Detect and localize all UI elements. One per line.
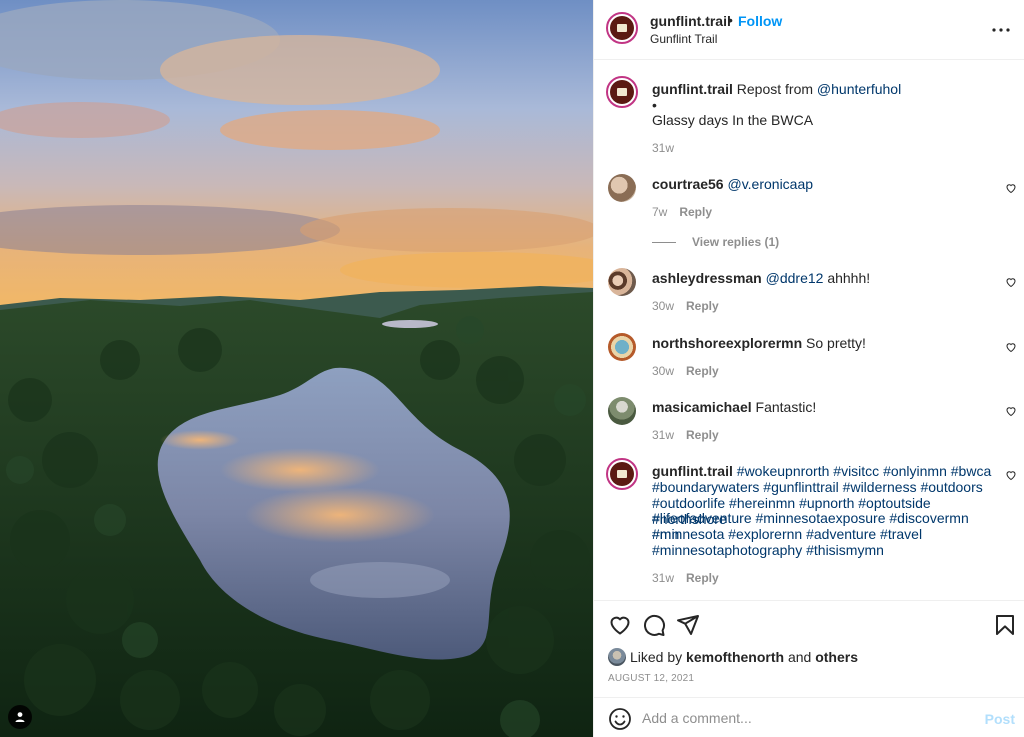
lake-landscape-image: [0, 0, 593, 737]
heart-icon[interactable]: [1005, 182, 1017, 194]
comment-mention[interactable]: @v.eronicaap: [727, 176, 813, 192]
comment-text: masicamichael Fantastic!: [652, 399, 997, 415]
post-date[interactable]: AUGUST 12, 2021: [608, 673, 694, 684]
avatar[interactable]: [606, 458, 638, 490]
reply-button[interactable]: Reply: [686, 364, 719, 378]
avatar[interactable]: [606, 76, 638, 108]
comment-username[interactable]: ashleydressman: [652, 270, 762, 286]
reply-button[interactable]: Reply: [686, 299, 719, 313]
avatar[interactable]: [608, 397, 636, 425]
liker-avatar[interactable]: [608, 648, 626, 666]
avatar[interactable]: [608, 333, 636, 361]
view-replies-label: View replies (1): [692, 235, 780, 249]
comment-body: So pretty!: [802, 335, 866, 351]
caption-prefix: Repost from: [736, 81, 814, 97]
reply-button[interactable]: Reply: [679, 205, 712, 219]
avatar[interactable]: [608, 268, 636, 296]
comment-text: ashleydressman @ddre12 ahhhh!: [652, 270, 997, 286]
liked-by-others[interactable]: others: [815, 649, 858, 665]
liked-by-and: and: [787, 649, 812, 665]
comment-username[interactable]: gunflint.trail: [652, 463, 733, 479]
caption-mention[interactable]: @hunterfuhol: [817, 81, 901, 97]
post-header: gunflint.trail • Follow Gunflint Trail: [594, 0, 1024, 60]
comment-text: courtrae56 @v.eronicaap: [652, 176, 997, 192]
post-details-panel: gunflint.trail • Follow Gunflint Trail g…: [593, 0, 1024, 737]
post-photo[interactable]: [0, 0, 593, 737]
comment-meta: 30w Reply: [652, 364, 719, 378]
reply-button[interactable]: Reply: [686, 428, 719, 442]
heart-icon[interactable]: [1005, 469, 1017, 481]
caption-line1: gunflint.trail Repost from @hunterfuhol: [652, 81, 997, 97]
caption-username[interactable]: gunflint.trail: [652, 81, 733, 97]
comment-username[interactable]: northshoreexplorermn: [652, 335, 802, 351]
comment-time[interactable]: 7w: [652, 205, 667, 219]
comment-meta: 31w Reply: [652, 571, 719, 585]
replies-divider: [652, 241, 676, 243]
comment-body: ahhhh!: [823, 270, 871, 286]
post-button[interactable]: Post: [985, 711, 1015, 727]
view-replies-button[interactable]: View replies (1): [652, 235, 779, 249]
heart-icon[interactable]: [1005, 276, 1017, 288]
heart-icon[interactable]: [1005, 405, 1017, 417]
comment-text: northshoreexplorermn So pretty!: [652, 335, 997, 351]
comment-icon[interactable]: [642, 613, 666, 637]
post-actions: Liked by kemofthenorth and others AUGUST…: [594, 600, 1024, 697]
post-location[interactable]: Gunflint Trail: [650, 32, 717, 46]
liked-by: Liked by kemofthenorth and others: [608, 648, 858, 666]
heart-icon[interactable]: [1005, 341, 1017, 353]
hashtag-comment-text: gunflint.trail #wokeupnrorth #visitcc #o…: [652, 463, 997, 479]
comment-time[interactable]: 30w: [652, 364, 674, 378]
reply-button[interactable]: Reply: [686, 571, 719, 585]
add-comment-bar: Post: [594, 697, 1024, 737]
hashtag-line[interactable]: #boundarywaters #gunflinttrail #wilderne…: [652, 479, 997, 495]
post-username[interactable]: gunflint.trail: [650, 13, 731, 29]
comment-input[interactable]: [642, 708, 962, 728]
avatar[interactable]: [608, 174, 636, 202]
comments-list[interactable]: gunflint.trail Repost from @hunterfuhol …: [594, 60, 1024, 600]
comment-meta: 31w Reply: [652, 428, 719, 442]
comment-mention[interactable]: @ddre12: [766, 270, 824, 286]
separator-dot: •: [728, 12, 733, 28]
smiley-icon[interactable]: [608, 707, 632, 731]
hashtag-line[interactable]: #wokeupnrorth #visitcc #onlyinmn #bwca: [737, 463, 991, 479]
comment-meta: 7w Reply: [652, 205, 712, 219]
heart-icon[interactable]: [608, 613, 632, 637]
comment-username[interactable]: masicamichael: [652, 399, 752, 415]
bookmark-icon[interactable]: [993, 613, 1017, 637]
comment-username[interactable]: courtrae56: [652, 176, 724, 192]
follow-button[interactable]: Follow: [738, 13, 782, 29]
caption-text: Glassy days In the BWCA: [652, 112, 814, 128]
comment-time[interactable]: 31w: [652, 428, 674, 442]
hashtag-line[interactable]: #minnesotaphotography #thisismymn: [652, 542, 997, 558]
comment-time[interactable]: 30w: [652, 299, 674, 313]
user-tag-icon[interactable]: [8, 705, 32, 729]
comment-time[interactable]: 31w: [652, 571, 674, 585]
hashtag-line[interactable]: #minnesota #explorernn #adventure #trave…: [652, 526, 997, 542]
paper-plane-icon[interactable]: [676, 613, 700, 637]
comment-meta: 30w Reply: [652, 299, 719, 313]
caption-bullet: •: [652, 97, 657, 113]
liked-by-user[interactable]: kemofthenorth: [686, 649, 784, 665]
caption-time[interactable]: 31w: [652, 141, 674, 155]
avatar[interactable]: [606, 12, 638, 44]
comment-body: Fantastic!: [751, 399, 817, 415]
more-dots-icon[interactable]: [989, 20, 1013, 40]
liked-by-prefix: Liked by: [630, 649, 683, 665]
